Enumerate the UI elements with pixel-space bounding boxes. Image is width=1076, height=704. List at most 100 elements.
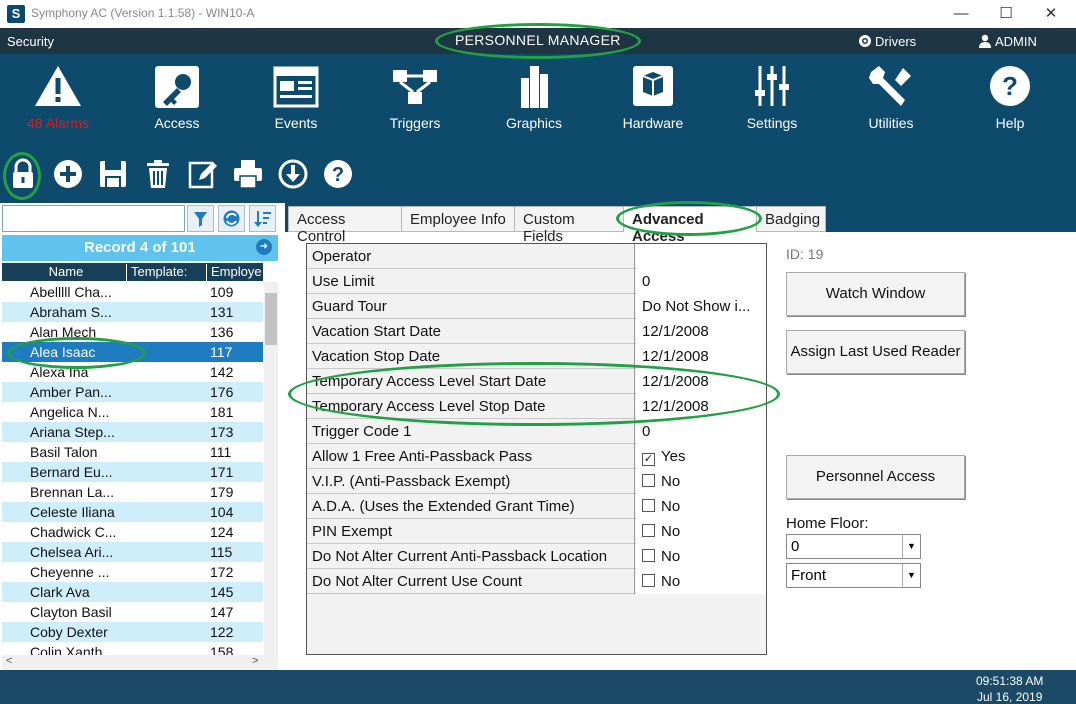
row-checkbox-cell[interactable]: No <box>636 494 766 519</box>
triggers-button[interactable]: Triggers <box>365 62 465 132</box>
row-value[interactable]: 0 <box>636 269 766 294</box>
grid-row[interactable]: Do Not Alter Current Use Count No <box>307 569 766 594</box>
list-item[interactable]: Brennan La... 179 <box>2 482 263 502</box>
list-item[interactable]: Clark Ava 145 <box>2 582 263 602</box>
admin-user-button[interactable]: ADMIN <box>978 34 1037 49</box>
checkbox-icon[interactable] <box>642 549 655 562</box>
tab-badging[interactable]: Badging <box>756 206 826 232</box>
row-checkbox-cell[interactable]: No <box>636 519 766 544</box>
grid-row[interactable]: Vacation Stop Date 12/1/2008 <box>307 344 766 369</box>
list-item[interactable]: Coby Dexter 122 <box>2 622 263 642</box>
download-icon[interactable] <box>277 158 309 190</box>
row-value[interactable]: 12/1/2008 <box>636 344 766 369</box>
list-item[interactable]: Clayton Basil 147 <box>2 602 263 622</box>
list-item[interactable]: Bernard Eu... 171 <box>2 462 263 482</box>
delete-icon[interactable] <box>142 158 174 190</box>
settings-button[interactable]: Settings <box>722 62 822 132</box>
lock-icon[interactable] <box>7 158 39 190</box>
edit-icon[interactable] <box>187 158 219 190</box>
row-value[interactable]: 12/1/2008 <box>636 394 766 419</box>
row-value[interactable] <box>636 244 766 269</box>
tab-employee-info[interactable]: Employee Info <box>401 206 515 232</box>
list-horizontal-scrollbar[interactable]: < > <box>2 655 278 670</box>
tab-custom-fields[interactable]: Custom Fields <box>514 206 624 245</box>
alarms-button[interactable]: 48 Alarms <box>8 62 108 132</box>
sort-button[interactable] <box>249 205 276 232</box>
list-item[interactable]: Alexa Ina 142 <box>2 362 263 382</box>
print-icon[interactable] <box>232 158 264 190</box>
grid-row[interactable]: Allow 1 Free Anti-Passback Pass ✓ Yes <box>307 444 766 469</box>
checkbox-icon[interactable] <box>642 474 655 487</box>
grid-row[interactable]: Guard Tour Do Not Show i... <box>307 294 766 319</box>
column-employee[interactable]: Employe <box>207 264 263 281</box>
utilities-button[interactable]: Utilities <box>841 62 941 132</box>
tab-access-control[interactable]: Access Control <box>288 206 402 245</box>
checkbox-checked-icon[interactable]: ✓ <box>642 453 655 466</box>
maximize-button[interactable]: ☐ <box>983 3 1029 25</box>
grid-row[interactable]: V.I.P. (Anti-Passback Exempt) No <box>307 469 766 494</box>
grid-row[interactable]: PIN Exempt No <box>307 519 766 544</box>
grid-row[interactable]: Temporary Access Level Stop Date 12/1/200… <box>307 394 766 419</box>
list-item[interactable]: Chelsea Ari... 115 <box>2 542 263 562</box>
list-item-selected[interactable]: Alea Isaac 117 <box>2 342 263 362</box>
chevron-down-icon[interactable]: ▼ <box>902 535 920 558</box>
column-name[interactable]: Name <box>2 264 127 281</box>
drivers-button[interactable]: Drivers <box>858 34 916 49</box>
list-item[interactable]: Angelica N... 181 <box>2 402 263 422</box>
list-item[interactable]: Celeste Iliana 104 <box>2 502 263 522</box>
close-button[interactable]: ✕ <box>1028 3 1074 25</box>
row-value[interactable]: 12/1/2008 <box>636 319 766 344</box>
graphics-button[interactable]: Graphics <box>484 62 584 132</box>
refresh-button[interactable] <box>218 205 245 232</box>
row-checkbox-cell[interactable]: No <box>636 469 766 494</box>
checkbox-icon[interactable] <box>642 499 655 512</box>
grid-row[interactable]: A.D.A. (Uses the Extended Grant Time) No <box>307 494 766 519</box>
checkbox-icon[interactable] <box>642 524 655 537</box>
list-item[interactable]: Chadwick C... 124 <box>2 522 263 542</box>
watch-window-button[interactable]: Watch Window <box>786 272 965 316</box>
chevron-down-icon[interactable]: ▼ <box>902 564 920 587</box>
list-scroll-thumb[interactable] <box>265 293 277 345</box>
row-checkbox-cell[interactable]: ✓ Yes <box>636 444 766 469</box>
assign-last-used-reader-button[interactable]: Assign Last Used Reader <box>786 330 965 374</box>
access-button[interactable]: Access <box>127 62 227 132</box>
row-checkbox-cell[interactable]: No <box>636 544 766 569</box>
list-item[interactable]: Abelllll Cha... 109 <box>2 282 263 302</box>
events-button[interactable]: Events <box>246 62 346 132</box>
list-item[interactable]: Amber Pan... 176 <box>2 382 263 402</box>
save-icon[interactable] <box>97 158 129 190</box>
grid-row[interactable]: Trigger Code 10 <box>307 419 766 444</box>
grid-row[interactable]: Use Limit 0 <box>307 269 766 294</box>
home-floor-select[interactable]: 0 ▼ <box>786 534 921 559</box>
column-template[interactable]: Template: <box>127 264 207 281</box>
grid-row[interactable]: Operator <box>307 244 766 269</box>
row-value[interactable]: 12/1/2008 <box>636 369 766 394</box>
grid-row[interactable]: Vacation Start Date 12/1/2008 <box>307 319 766 344</box>
filter-button[interactable] <box>187 205 214 232</box>
list-item[interactable]: Cheyenne ... 172 <box>2 562 263 582</box>
list-item[interactable]: Alan Mech 136 <box>2 322 263 342</box>
list-item[interactable]: Colin Xanth 158 <box>2 642 263 655</box>
next-record-icon[interactable]: ➜ <box>256 239 272 255</box>
list-item[interactable]: Ariana Step... 173 <box>2 422 263 442</box>
row-checkbox-cell[interactable]: No <box>636 569 766 594</box>
grid-row[interactable]: Temporary Access Level Start Date 12/1/20… <box>307 369 766 394</box>
row-value[interactable]: 0 <box>636 419 766 444</box>
hardware-button[interactable]: Hardware <box>603 62 703 132</box>
minimize-button[interactable]: — <box>938 3 984 25</box>
list-item[interactable]: Abraham S... 131 <box>2 302 263 322</box>
help-circle-icon[interactable]: ? <box>322 158 354 190</box>
row-value[interactable]: Do Not Show i... <box>636 294 766 319</box>
scroll-right-icon[interactable]: > <box>252 655 258 667</box>
add-icon[interactable] <box>52 158 84 190</box>
list-item[interactable]: Basil Talon 111 <box>2 442 263 462</box>
checkbox-icon[interactable] <box>642 574 655 587</box>
personnel-access-button[interactable]: Personnel Access <box>786 455 965 499</box>
grid-row[interactable]: Do Not Alter Current Anti-Passback Locat… <box>307 544 766 569</box>
tab-advanced-access[interactable]: Advanced Access <box>623 206 757 245</box>
side-select[interactable]: Front ▼ <box>786 563 921 588</box>
help-button[interactable]: ? Help <box>960 62 1060 132</box>
security-menu[interactable]: Security <box>7 34 54 49</box>
scroll-left-icon[interactable]: < <box>6 655 12 667</box>
search-input[interactable] <box>2 205 185 232</box>
